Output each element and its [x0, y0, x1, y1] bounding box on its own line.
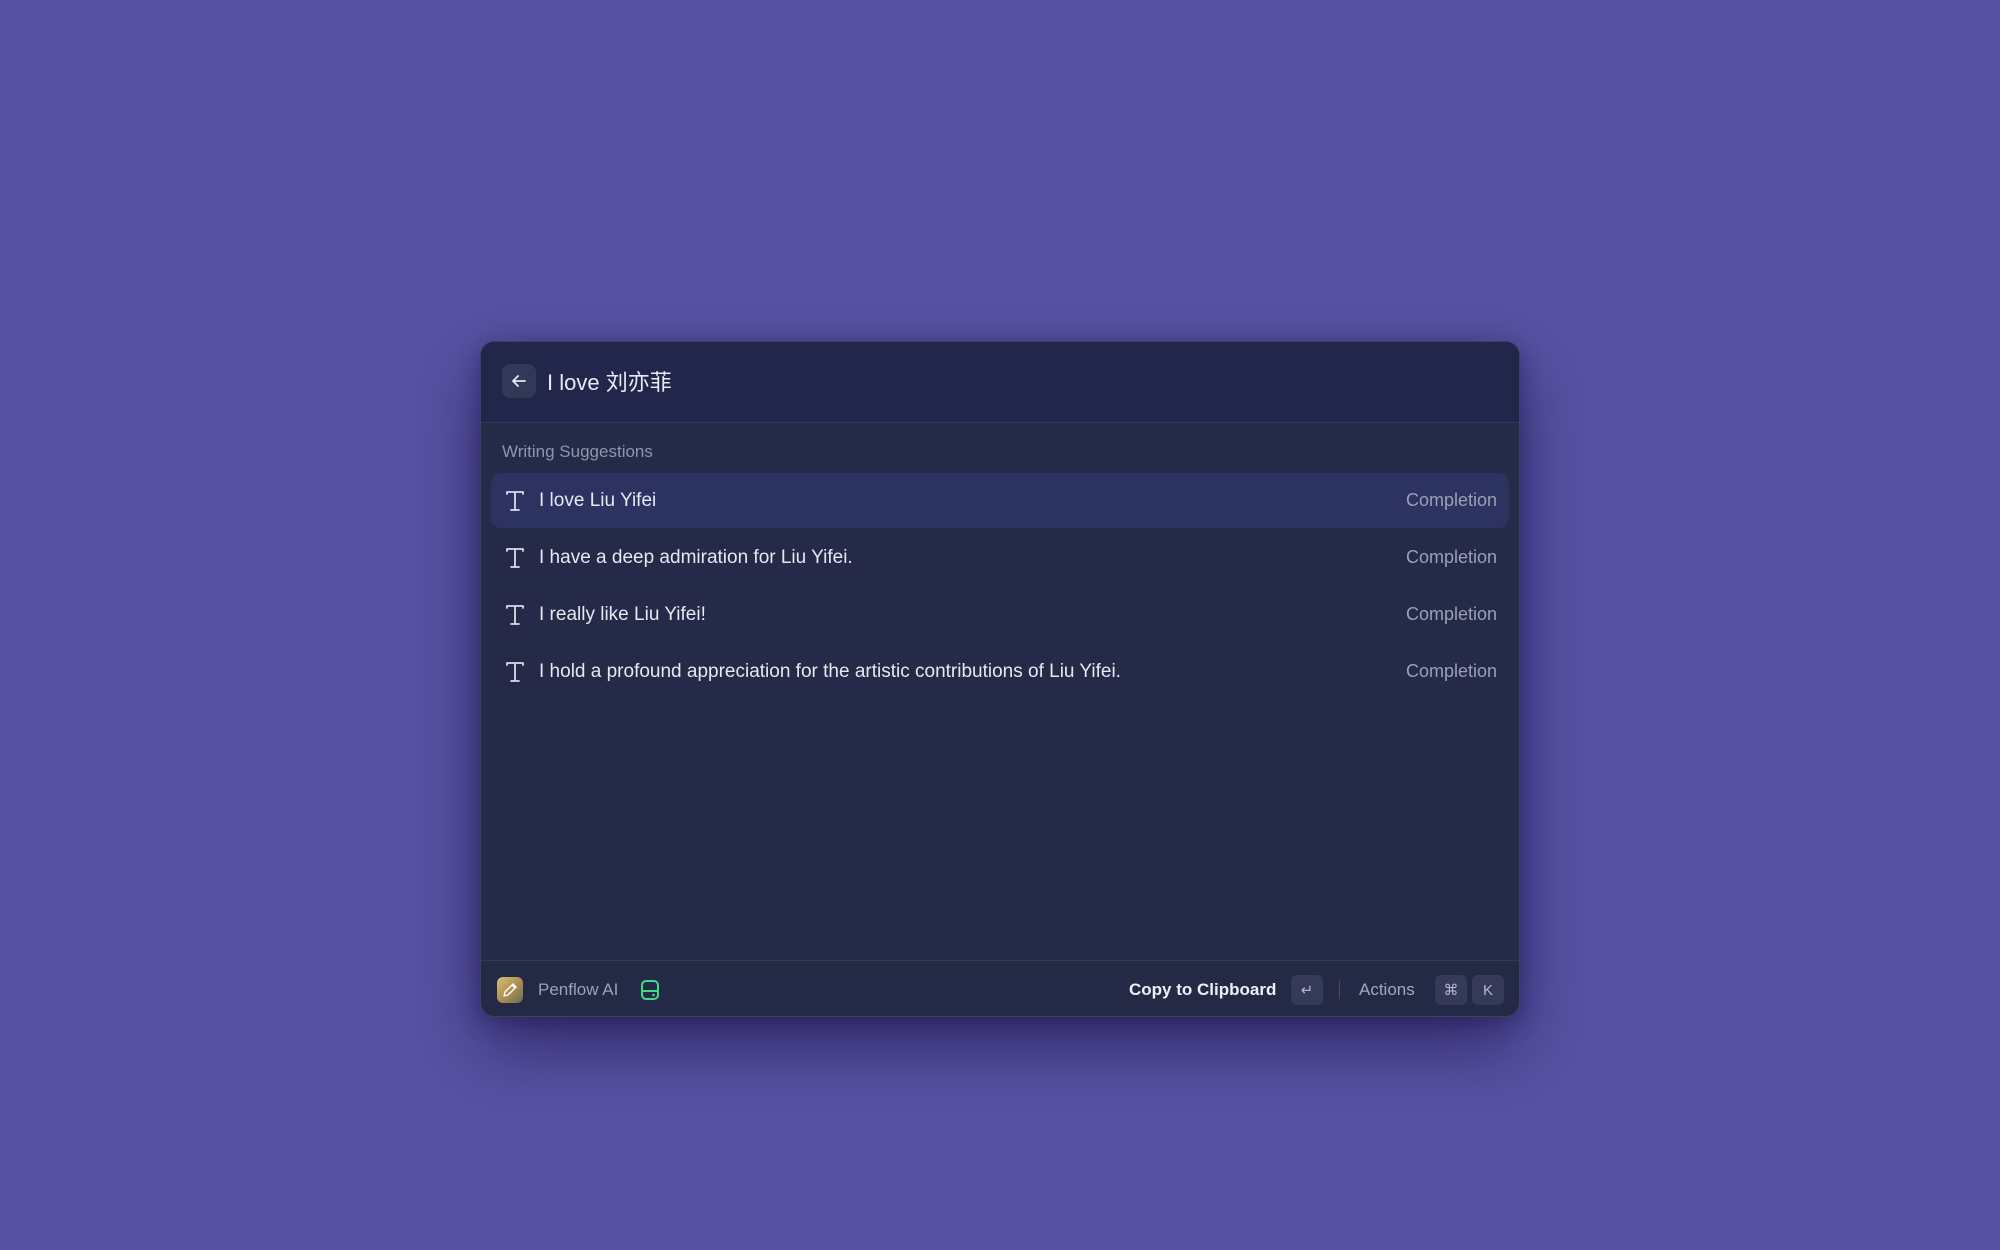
suggestion-text: I have a deep admiration for Liu Yifei.: [539, 546, 853, 568]
app-icon: [497, 977, 523, 1003]
suggestion-kind: Completion: [1405, 604, 1497, 624]
pencil-icon: [503, 983, 517, 997]
launcher-window: I love 刘亦菲 Writing Suggestions I love Li…: [480, 341, 1520, 1017]
footer-divider: [1339, 981, 1340, 999]
k-key-hint: K: [1472, 975, 1504, 1005]
search-query[interactable]: I love 刘亦菲: [547, 364, 672, 398]
suggestion-text: I love Liu Yifei: [539, 489, 657, 511]
drive-icon: [641, 980, 659, 1000]
suggestion-text: I really like Liu Yifei!: [539, 603, 706, 625]
actions-button[interactable]: Actions: [1359, 977, 1415, 1003]
suggestion-row[interactable]: I really like Liu Yifei! Completion: [491, 587, 1509, 642]
suggestion-kind: Completion: [1405, 490, 1497, 510]
back-button[interactable]: [502, 364, 536, 398]
app-name: Penflow AI: [538, 980, 619, 999]
suggestion-row[interactable]: I have a deep admiration for Liu Yifei. C…: [491, 530, 1509, 585]
suggestion-list: I love Liu Yifei Completion I have a deep …: [491, 473, 1509, 701]
search-header: I love 刘亦菲: [481, 342, 1519, 423]
copy-to-clipboard-button[interactable]: Copy to Clipboard: [1129, 977, 1276, 1003]
text-icon: [506, 547, 524, 568]
suggestion-text: I hold a profound appreciation for the a…: [539, 660, 1121, 682]
arrow-left-icon: [512, 375, 526, 387]
text-icon: [506, 604, 524, 625]
action-bar: Penflow AI Copy to Clipboard ↵ Actions ⌘…: [481, 960, 1519, 1016]
suggestion-kind: Completion: [1405, 547, 1497, 567]
enter-key-hint: ↵: [1291, 975, 1323, 1005]
section-title: Writing Suggestions: [502, 442, 653, 461]
suggestion-kind: Completion: [1405, 661, 1497, 681]
suggestion-row[interactable]: I hold a profound appreciation for the a…: [491, 644, 1509, 699]
suggestion-row[interactable]: I love Liu Yifei Completion: [491, 473, 1509, 528]
text-icon: [506, 490, 524, 511]
command-key-hint: ⌘: [1435, 975, 1467, 1005]
text-icon: [506, 661, 524, 682]
